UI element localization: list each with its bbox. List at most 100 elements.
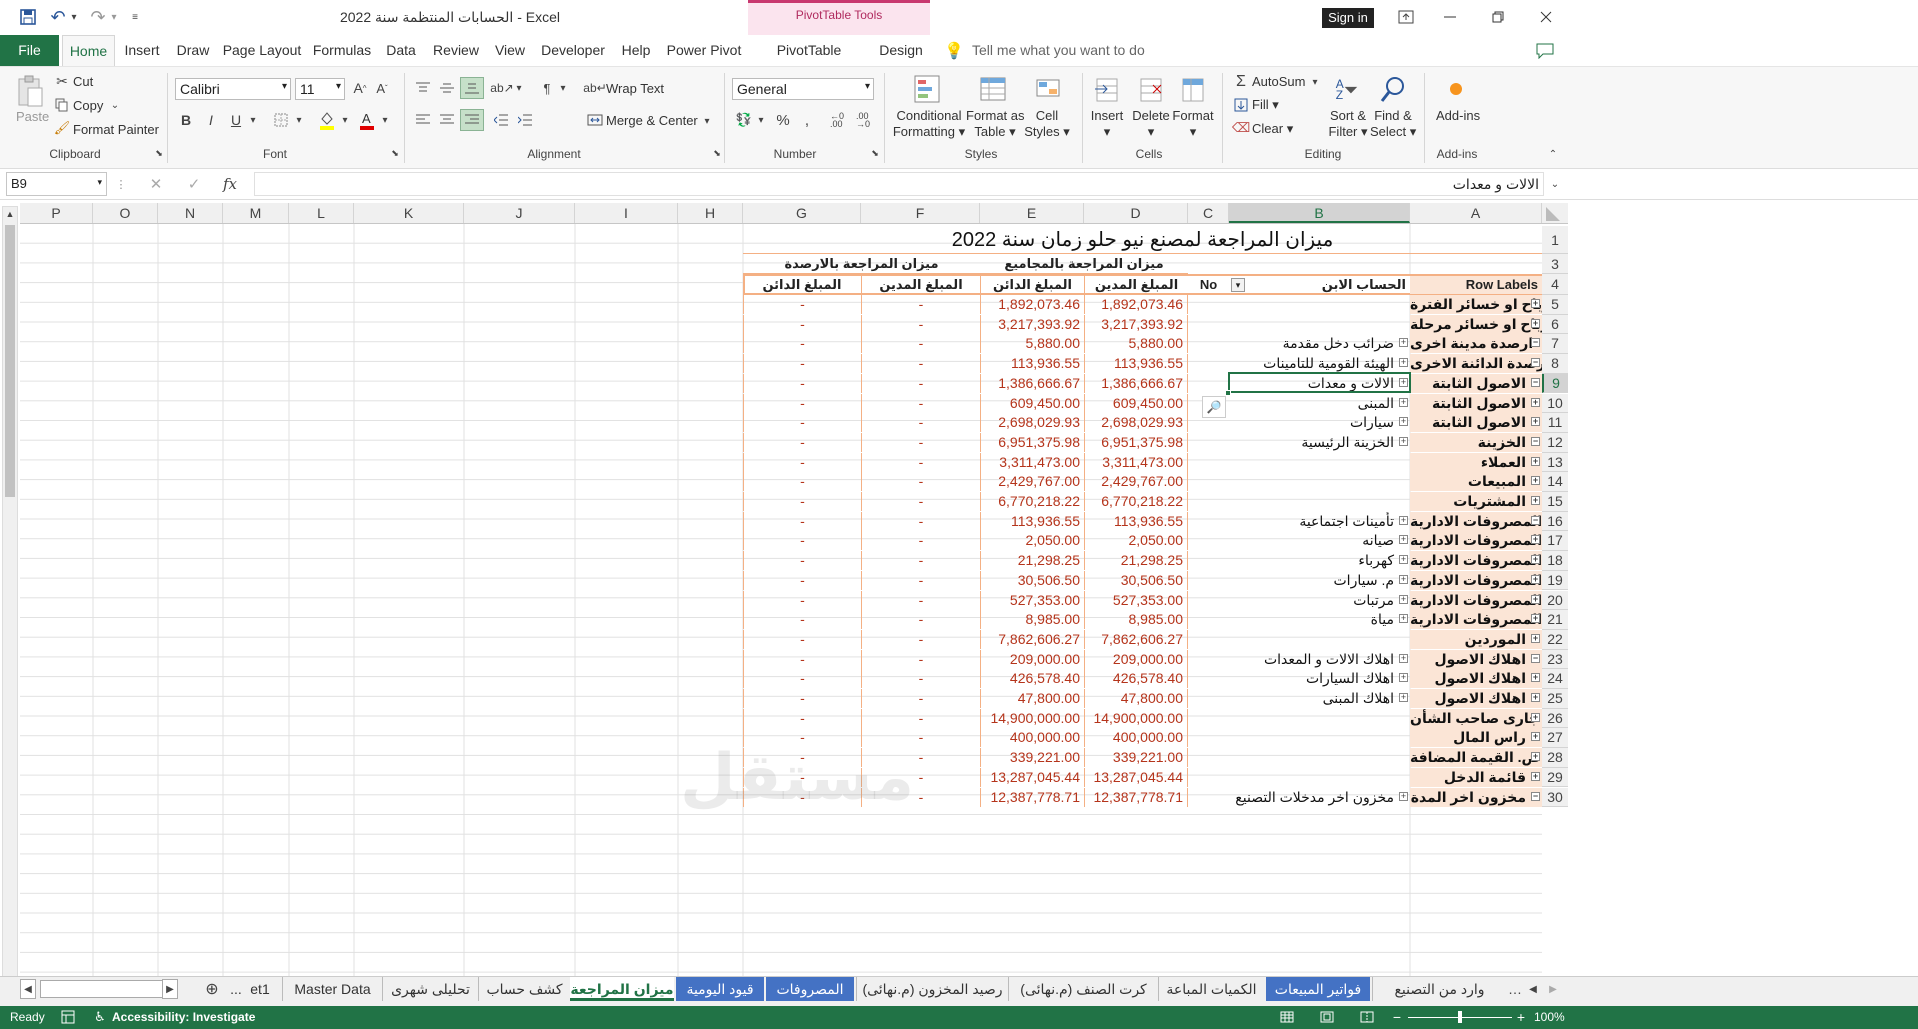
row-header[interactable]: 27	[1542, 728, 1568, 749]
row-header[interactable]: 1	[1542, 226, 1568, 254]
column-header-l[interactable]: L	[289, 203, 354, 223]
row-header[interactable]: 15	[1542, 492, 1568, 512]
autosum-button[interactable]: AutoSum	[1252, 74, 1305, 89]
tab-help[interactable]: Help	[616, 35, 656, 66]
format-as-table-icon[interactable]	[978, 73, 1010, 107]
row-header[interactable]: 16	[1542, 511, 1568, 532]
increase-decimal-icon[interactable]: ←0.00	[826, 111, 848, 129]
undo-dropdown-icon[interactable]: ▾	[68, 8, 80, 26]
sheet-tab-sales-invoices[interactable]: فواتير المبيعات	[1266, 977, 1370, 1001]
add-ins-icon[interactable]	[1444, 77, 1468, 101]
text-direction-dropdown-icon[interactable]: ▾	[558, 79, 568, 97]
expand-icon[interactable]: +	[1531, 496, 1540, 505]
scroll-tabs-left-icon[interactable]: ◀	[20, 979, 36, 999]
macro-recording-icon[interactable]	[60, 1009, 76, 1025]
ribbon-display-options-icon[interactable]	[1396, 8, 1416, 26]
close-icon[interactable]	[1536, 8, 1556, 26]
column-header-p[interactable]: P	[20, 203, 93, 223]
add-ins-button[interactable]: Add-ins	[1436, 108, 1480, 123]
column-header-m[interactable]: M	[223, 203, 289, 223]
collapse-icon[interactable]: −	[1531, 436, 1540, 446]
expand-icon[interactable]: +	[1399, 594, 1408, 604]
expand-icon[interactable]: +	[1531, 614, 1540, 624]
expand-icon[interactable]: +	[1531, 397, 1540, 407]
find-select-button[interactable]: Find & Select ▾	[1370, 108, 1416, 140]
align-bottom-icon[interactable]	[460, 77, 484, 99]
row-header[interactable]: 9	[1542, 373, 1568, 394]
increase-indent-icon[interactable]	[516, 111, 534, 129]
row-filter-button[interactable]: ▾	[1231, 278, 1245, 292]
underline-icon[interactable]: U	[228, 111, 244, 129]
row-header[interactable]: 23	[1542, 649, 1568, 670]
cell-styles-button[interactable]: Cell Styles ▾	[1024, 108, 1070, 140]
find-select-icon[interactable]	[1378, 73, 1408, 107]
more-tabs-right-icon[interactable]: …	[1508, 979, 1522, 999]
percent-style-icon[interactable]: %	[774, 111, 792, 129]
sheet-tab-et1[interactable]: et1	[246, 977, 274, 1001]
horizontal-scrollbar[interactable]	[40, 980, 164, 998]
font-color-dropdown-icon[interactable]: ▾	[380, 111, 390, 129]
expand-icon[interactable]: +	[1399, 338, 1408, 348]
expand-icon[interactable]: +	[1399, 417, 1408, 427]
row-header[interactable]: 22	[1542, 629, 1568, 650]
row-header[interactable]: 6	[1542, 314, 1568, 335]
paste-button[interactable]: Paste	[16, 109, 49, 124]
tab-formulas[interactable]: Formulas	[310, 35, 374, 66]
row-header[interactable]: 8	[1542, 354, 1568, 374]
sheet-tab-account-statement[interactable]: كشف حساب	[478, 977, 570, 1001]
tell-me-search[interactable]: Tell me what you want to do	[972, 42, 1145, 58]
comma-style-icon[interactable]: ,	[798, 111, 816, 129]
clipboard-launcher-icon[interactable]: ⬊	[154, 147, 164, 159]
column-header-a[interactable]: A	[1410, 203, 1542, 223]
font-launcher-icon[interactable]: ⬊	[390, 147, 400, 159]
minimize-icon[interactable]	[1440, 8, 1460, 26]
font-name-dropdown-icon[interactable]: ▾	[282, 81, 287, 92]
collapse-icon[interactable]: −	[1531, 791, 1540, 801]
copy-dropdown-icon[interactable]: ⌄	[110, 98, 120, 112]
redo-dropdown-icon[interactable]: ▾	[108, 8, 120, 26]
row-header[interactable]: 24	[1542, 669, 1568, 689]
tab-file[interactable]: File	[0, 35, 59, 66]
sheet-tab-monthly-analysis[interactable]: تحليلى شهرى	[382, 977, 478, 1001]
row-header[interactable]: 19	[1542, 570, 1568, 591]
column-header-h[interactable]: H	[678, 203, 743, 223]
accessibility-status[interactable]: Accessibility: Investigate	[112, 1010, 255, 1024]
row-header[interactable]: 28	[1542, 748, 1568, 768]
restore-icon[interactable]	[1488, 8, 1508, 26]
font-name-box[interactable]: Calibri ▾	[175, 78, 291, 100]
expand-icon[interactable]: +	[1399, 791, 1408, 801]
expand-icon[interactable]: +	[1399, 653, 1408, 663]
row-header[interactable]: 30	[1542, 787, 1568, 808]
column-header-f[interactable]: F	[861, 203, 980, 223]
copy-button[interactable]: Copy	[73, 98, 103, 113]
save-icon[interactable]	[18, 8, 38, 26]
scroll-tabs-right-icon[interactable]: ▶	[162, 979, 178, 999]
column-header-i[interactable]: I	[575, 203, 678, 223]
sheet-tab-trial-balance[interactable]: ميزان المراجعة	[570, 977, 674, 1001]
tab-pivottable-analyze[interactable]: PivotTable Analyze	[752, 35, 866, 89]
expand-icon[interactable]: +	[1531, 417, 1540, 427]
tab-power-pivot[interactable]: Power Pivot	[664, 35, 744, 66]
row-header[interactable]: 18	[1542, 551, 1568, 571]
sheet-tab-more[interactable]: ...	[226, 977, 246, 1001]
expand-icon[interactable]: +	[1531, 771, 1540, 781]
wrap-text-icon[interactable]: ab↵	[583, 79, 606, 97]
tab-data[interactable]: Data	[382, 35, 420, 66]
zoom-in-icon[interactable]: +	[1514, 1009, 1528, 1025]
tab-nav-next-icon[interactable]: ▶	[1546, 979, 1560, 999]
expand-icon[interactable]: +	[1531, 318, 1540, 328]
row-header[interactable]: 3	[1542, 254, 1568, 274]
row-header[interactable]: 21	[1542, 610, 1568, 630]
format-as-table-button[interactable]: Format as Table ▾	[966, 108, 1025, 140]
expand-formula-bar-icon[interactable]: ⌄	[1548, 176, 1562, 192]
normal-view-icon[interactable]	[1278, 1009, 1296, 1025]
tab-view[interactable]: View	[490, 35, 530, 66]
active-cell[interactable]	[1228, 372, 1411, 393]
quick-analysis-icon[interactable]: 🔎	[1202, 396, 1226, 418]
font-size-dropdown-icon[interactable]: ▾	[336, 81, 341, 92]
name-box-dropdown-icon[interactable]: ▾	[97, 177, 102, 188]
tab-review[interactable]: Review	[430, 35, 482, 66]
format-painter-icon[interactable]: 🖌	[54, 120, 71, 136]
insert-function-icon[interactable]: fx	[220, 174, 240, 194]
accounting-format-icon[interactable]: 💱	[734, 111, 754, 129]
